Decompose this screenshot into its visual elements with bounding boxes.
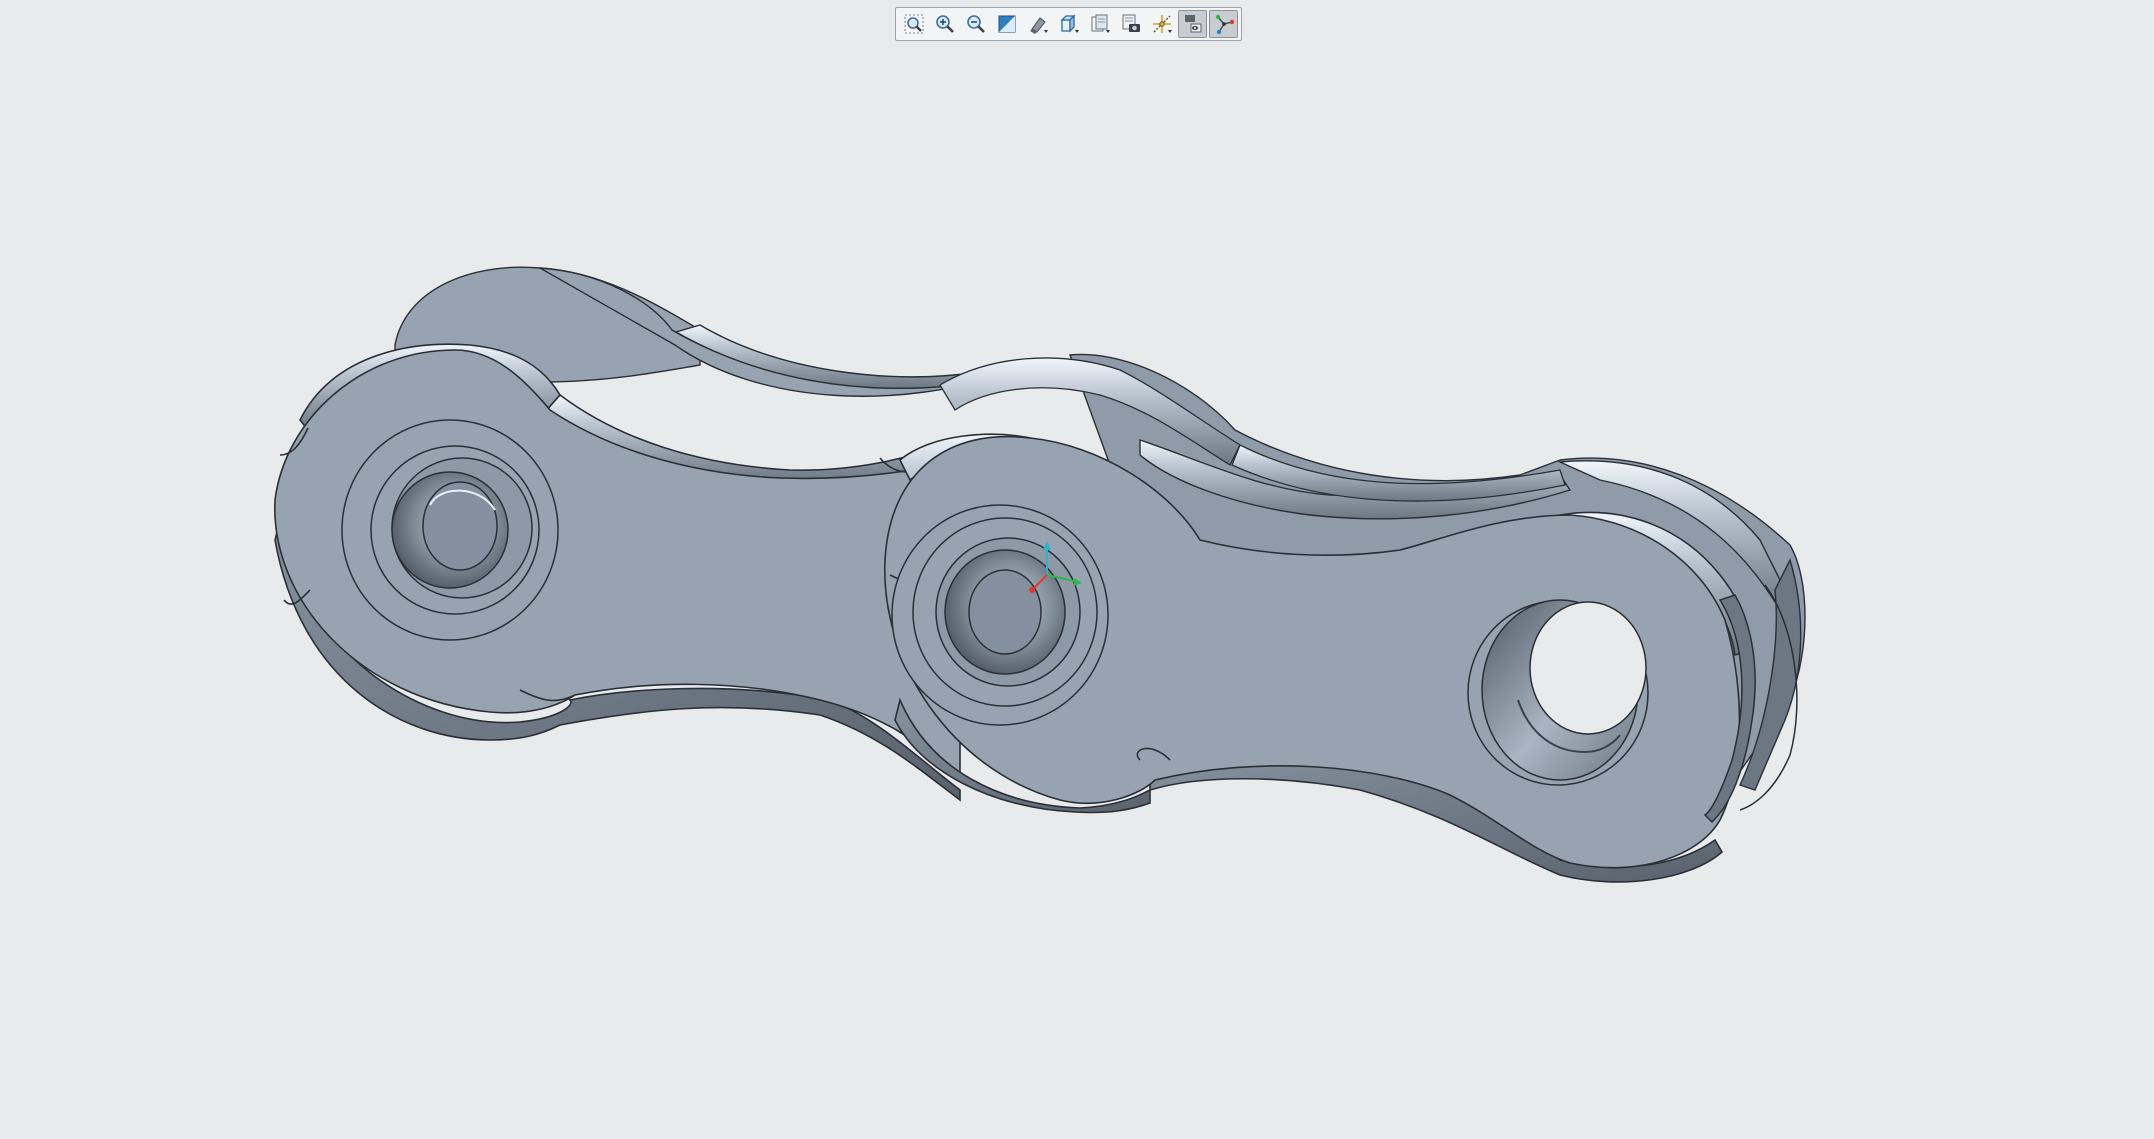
right-pin-hole xyxy=(1467,599,1649,786)
graphics-viewport[interactable] xyxy=(0,0,2154,1139)
middle-pin-boss xyxy=(891,504,1109,726)
left-pin-boss xyxy=(341,419,559,641)
chain-link-model[interactable] xyxy=(0,0,2154,1139)
